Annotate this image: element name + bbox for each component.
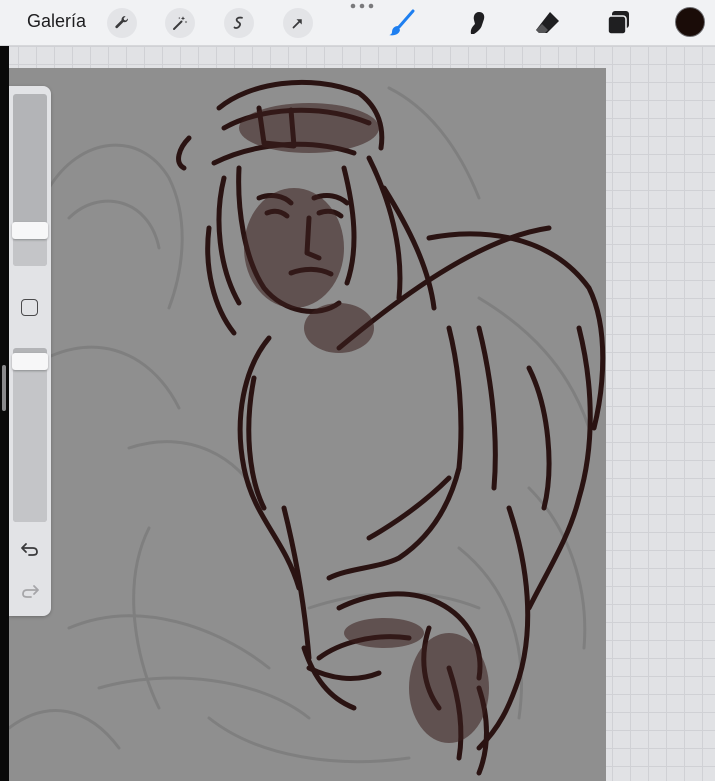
redo-icon[interactable] bbox=[20, 581, 40, 601]
left-sidebar bbox=[9, 86, 51, 616]
opacity-thumb[interactable] bbox=[12, 352, 48, 370]
actions-button[interactable] bbox=[107, 8, 137, 38]
brush-size-slider[interactable] bbox=[13, 94, 47, 266]
transform-button[interactable] bbox=[283, 8, 313, 38]
opacity-slider[interactable] bbox=[13, 348, 47, 522]
drawing-canvas[interactable] bbox=[9, 68, 606, 781]
layers-icon[interactable] bbox=[603, 7, 635, 39]
wrench-icon bbox=[115, 16, 128, 29]
screen-edge bbox=[0, 46, 9, 781]
brush-icon[interactable] bbox=[386, 7, 418, 39]
top-toolbar: Galería bbox=[0, 0, 715, 46]
selection-button[interactable] bbox=[224, 8, 254, 38]
transform-arrow-icon bbox=[292, 19, 302, 29]
sidebar-drag-handle[interactable] bbox=[2, 365, 6, 411]
opacity-fill bbox=[13, 360, 47, 522]
eraser-icon[interactable] bbox=[532, 7, 564, 39]
square-icon[interactable] bbox=[21, 299, 38, 316]
brush-size-thumb[interactable] bbox=[12, 221, 48, 239]
selection-icon bbox=[233, 16, 243, 29]
sketch-artwork bbox=[9, 79, 606, 776]
magic-wand-icon bbox=[173, 16, 188, 30]
undo-icon[interactable] bbox=[20, 539, 40, 559]
adjustments-button[interactable] bbox=[165, 8, 195, 38]
color-picker-button[interactable] bbox=[675, 7, 705, 37]
smudge-icon[interactable] bbox=[461, 7, 493, 39]
more-options-icon[interactable] bbox=[349, 2, 375, 10]
gallery-button[interactable]: Galería bbox=[27, 11, 86, 32]
